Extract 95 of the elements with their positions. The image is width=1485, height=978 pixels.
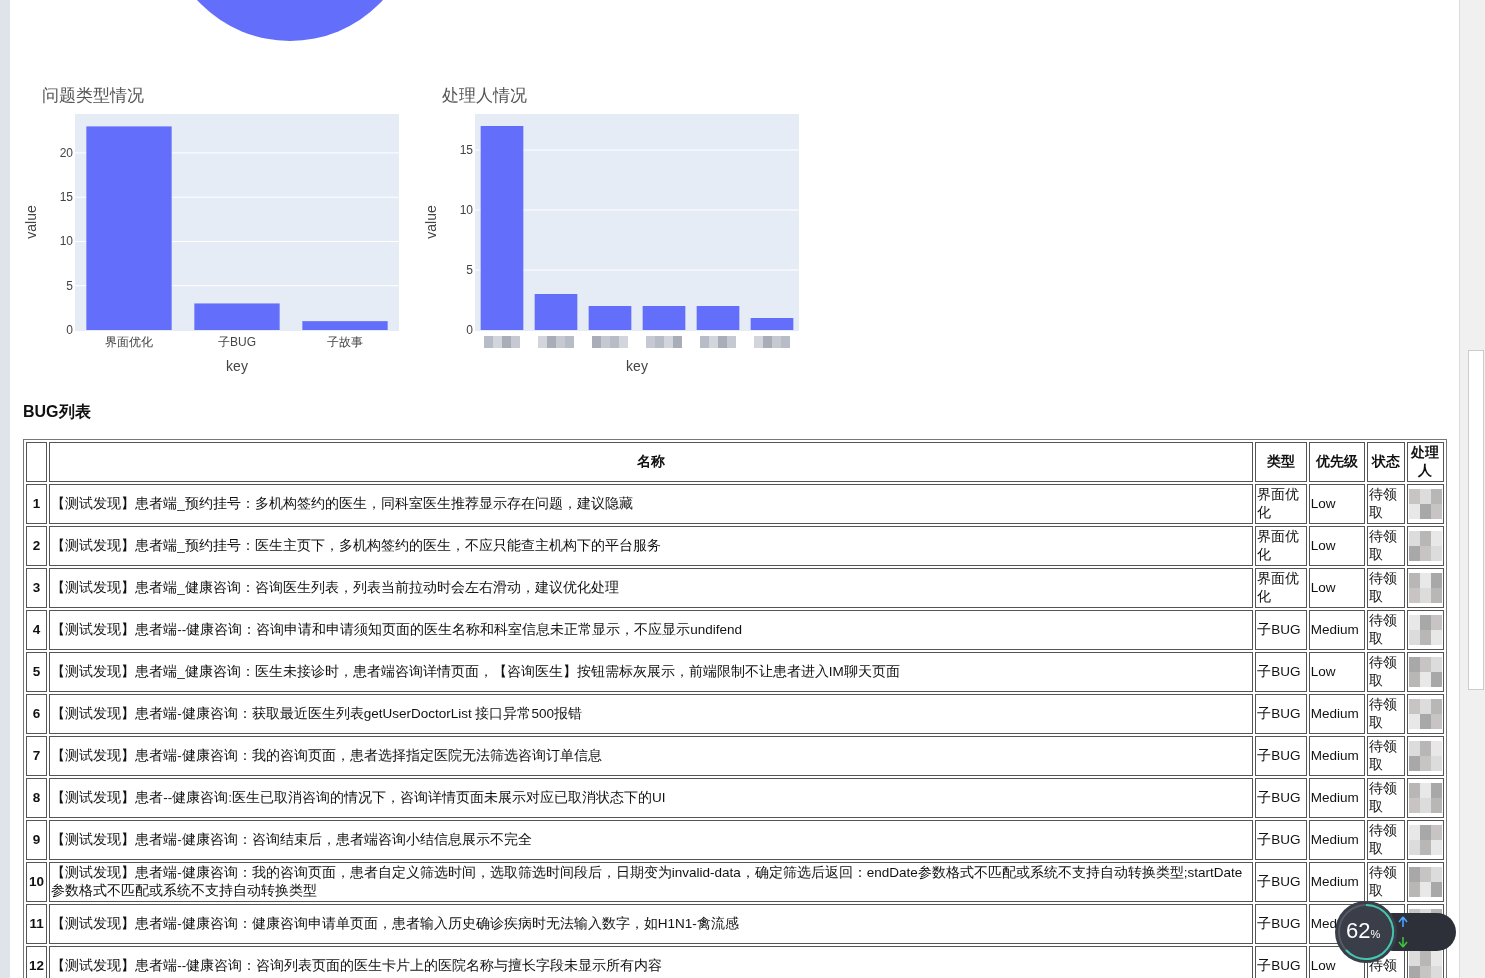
- column-header: 名称: [49, 442, 1254, 482]
- table-cell: 待领取: [1367, 568, 1405, 608]
- table-cell: 【测试发现】患者端-健康咨询：我的咨询页面，患者选择指定医院无法筛选咨询订单信息: [49, 736, 1254, 776]
- table-cell: 待领取: [1367, 736, 1405, 776]
- pixelated-label: [754, 336, 790, 348]
- bar: [696, 306, 740, 330]
- table-cell: 子BUG: [1255, 904, 1307, 944]
- table-cell: 待领取: [1367, 610, 1405, 650]
- tick-label: 15: [59, 190, 73, 205]
- axis-title: value: [23, 205, 39, 239]
- axis-title: value: [423, 205, 439, 239]
- category-label: 子故事: [327, 335, 363, 349]
- table-cell: Low: [1308, 526, 1366, 566]
- table-cell: Medium: [1308, 820, 1366, 860]
- row-number: 2: [26, 526, 48, 566]
- bar: [588, 306, 632, 330]
- table-cell: 【测试发现】患者端--健康咨询：咨询列表页面的医生卡片上的医院名称与擅长字段未显示所有内容: [49, 946, 1254, 978]
- table-cell: 界面优化: [1255, 526, 1307, 566]
- table-cell: 待领取: [1367, 526, 1405, 566]
- pixelated-label: [646, 336, 682, 348]
- row-number: 3: [26, 568, 48, 608]
- tick-label: 20: [59, 145, 73, 160]
- table-cell: 【测试发现】患者--健康咨询:医生已取消咨询的情况下，咨询详情页面未展示对应已取消状态下的UI: [49, 778, 1254, 818]
- pixelated-label: [592, 336, 628, 348]
- row-number: 8: [26, 778, 48, 818]
- table-cell: 【测试发现】患者端-健康咨询：获取最近医生列表getUserDoctorList 接口异常500报错: [49, 694, 1254, 734]
- table-cell: Low: [1308, 652, 1366, 692]
- table-cell: 待领取: [1367, 820, 1405, 860]
- column-header: 类型: [1255, 442, 1307, 482]
- axis-title: key: [226, 358, 248, 374]
- table-cell: Low: [1308, 568, 1366, 608]
- tick-label: 0: [66, 323, 73, 337]
- pixelated-label: [700, 336, 736, 348]
- table-cell: Medium: [1308, 694, 1366, 734]
- row-number: 4: [26, 610, 48, 650]
- table-cell: 待领取: [1367, 778, 1405, 818]
- table-cell: 【测试发现】患者端-健康咨询：健康咨询申请单页面，患者输入历史确诊疾病时无法输入数字，如H1N1-禽流感: [49, 904, 1254, 944]
- row-number: 11: [26, 904, 48, 944]
- chart-title: 处理人情况: [442, 86, 527, 105]
- column-header: 状态: [1367, 442, 1405, 482]
- table-cell: 【测试发现】患者端_预约挂号：多机构签约的医生，同科室医生推荐显示存在问题，建议隐藏: [49, 484, 1254, 524]
- table-cell: 子BUG: [1255, 778, 1307, 818]
- table-cell: 子BUG: [1255, 610, 1307, 650]
- table-cell: 子BUG: [1255, 820, 1307, 860]
- row-number: 9: [26, 820, 48, 860]
- table-cell: 子BUG: [1255, 652, 1307, 692]
- table-cell: Low: [1308, 484, 1366, 524]
- row-number: 10: [26, 862, 48, 902]
- axis-title: key: [626, 358, 648, 374]
- scroll-thumb[interactable]: [1468, 350, 1484, 690]
- table-cell: 界面优化: [1255, 568, 1307, 608]
- column-header: 处理人: [1406, 442, 1444, 482]
- tick-label: 5: [66, 278, 73, 293]
- table-cell: 界面优化: [1255, 484, 1307, 524]
- scrollbar[interactable]: [1459, 0, 1485, 978]
- table-cell: 待领取: [1367, 862, 1405, 902]
- row-number: 1: [26, 484, 48, 524]
- category-label: 子BUG: [218, 335, 256, 349]
- chart-title: 问题类型情况: [42, 86, 144, 105]
- row-number: 7: [26, 736, 48, 776]
- bar: [534, 294, 578, 330]
- table-cell: 【测试发现】患者端--健康咨询：咨询申请和申请须知页面的医生名称和科室信息未正常显示，不应显示undifend: [49, 610, 1254, 650]
- table-cell: 待领取: [1367, 484, 1405, 524]
- tick-label: 0: [466, 323, 473, 337]
- tick-label: 10: [59, 234, 73, 249]
- table-cell: 【测试发现】患者端_健康咨询：咨询医生列表，列表当前拉动时会左右滑动，建议优化处理: [49, 568, 1254, 608]
- category-label: 界面优化: [105, 335, 153, 349]
- table-cell: 子BUG: [1255, 946, 1307, 978]
- row-number: 12: [26, 946, 48, 978]
- table-cell: Medium: [1308, 778, 1366, 818]
- column-header: 优先级: [1308, 442, 1366, 482]
- tick-label: 5: [466, 263, 473, 277]
- row-number: 6: [26, 694, 48, 734]
- table-cell: 子BUG: [1255, 736, 1307, 776]
- table-cell: 【测试发现】患者端-健康咨询：我的咨询页面，患者自定义筛选时间，选取筛选时间段后，日期变为invalid-data，确定筛选后返回：endDate参数格式不匹配或系统不支持自动转换类型;startDate参数格式不匹配或系统不支持自动转换类型: [49, 862, 1254, 902]
- tick-label: 15: [459, 143, 473, 157]
- table-cell: 【测试发现】患者端_预约挂号：医生主页下，多机构签约的医生，不应只能查主机构下的平台服务: [49, 526, 1254, 566]
- table-cell: Medium: [1308, 610, 1366, 650]
- table-cell: 子BUG: [1255, 694, 1307, 734]
- table-cell: Medium: [1308, 736, 1366, 776]
- table-cell: 子BUG: [1255, 862, 1307, 902]
- pixelated-label: [484, 336, 520, 348]
- section-heading: BUG列表: [23, 402, 91, 422]
- table-cell: 待领取: [1367, 694, 1405, 734]
- tick-label: 10: [459, 203, 473, 217]
- bar: [642, 306, 686, 330]
- pixelated-label: [538, 336, 574, 348]
- table-cell: 待领取: [1367, 652, 1405, 692]
- table-cell: Medium: [1308, 862, 1366, 902]
- bar: [750, 318, 794, 330]
- arrows-icon: [1396, 914, 1410, 950]
- row-number: 5: [26, 652, 48, 692]
- table-cell: 【测试发现】患者端_健康咨询：医生未接诊时，患者端咨询详情页面，【咨询医生】按钮需标灰展示，前端限制不让患者进入IM聊天页面: [49, 652, 1254, 692]
- table-cell: 【测试发现】患者端-健康咨询：咨询结束后，患者端咨询小结信息展示不完全: [49, 820, 1254, 860]
- header-cell: [26, 442, 48, 482]
